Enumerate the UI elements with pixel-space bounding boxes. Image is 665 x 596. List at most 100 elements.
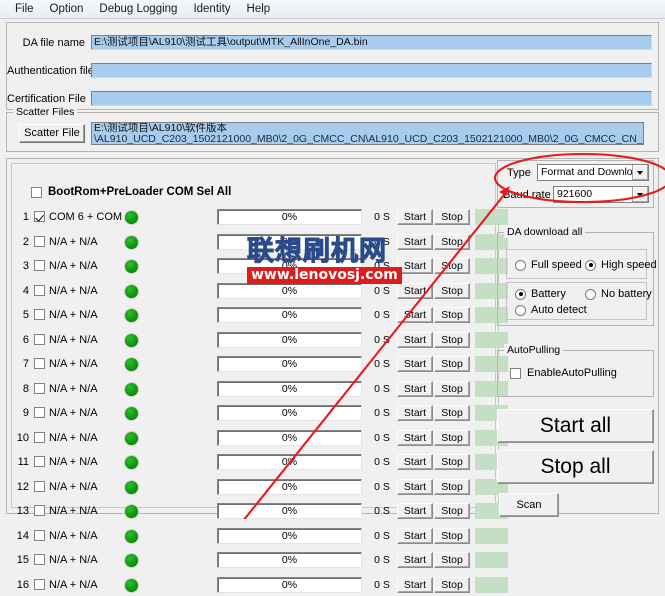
radio-high-speed-indicator[interactable] bbox=[585, 259, 596, 271]
row-select-checkbox[interactable] bbox=[34, 382, 45, 394]
stop-all-button[interactable]: Stop all bbox=[497, 450, 654, 484]
radio-full-speed-indicator[interactable] bbox=[515, 259, 526, 271]
row-elapsed-time: 0 S bbox=[374, 407, 390, 419]
row-stop-button[interactable]: Stop bbox=[434, 527, 470, 544]
row-stop-button[interactable]: Stop bbox=[434, 356, 470, 372]
row-elapsed-time: 0 S bbox=[374, 529, 390, 542]
menu-item-debug-logging[interactable]: Debug Logging bbox=[92, 2, 184, 16]
row-start-button[interactable]: Start bbox=[397, 380, 433, 397]
enable-autopulling-row[interactable]: EnableAutoPulling bbox=[510, 367, 617, 379]
row-select-checkbox[interactable] bbox=[34, 235, 45, 247]
radio-battery-indicator[interactable] bbox=[515, 288, 526, 300]
row-stop-button[interactable]: Stop bbox=[434, 576, 470, 593]
certification-file-input[interactable] bbox=[91, 91, 652, 106]
row-select-checkbox[interactable] bbox=[34, 260, 45, 271]
row-select-checkbox[interactable] bbox=[34, 431, 45, 443]
row-progress-bar: 0% bbox=[217, 233, 362, 250]
row-stop-button[interactable]: Stop bbox=[434, 209, 470, 225]
row-select-checkbox[interactable] bbox=[34, 407, 45, 418]
row-start-button[interactable]: Start bbox=[397, 429, 433, 446]
row-start-button[interactable]: Start bbox=[397, 282, 433, 299]
table-row: 2 N/A + N/A 0% 0 S Start Stop bbox=[7, 231, 508, 253]
row-stop-button[interactable]: Stop bbox=[434, 307, 470, 323]
row-start-button[interactable]: Start bbox=[397, 356, 433, 372]
row-stop-button[interactable]: Stop bbox=[434, 454, 470, 470]
radio-no-battery[interactable]: No battery bbox=[585, 288, 652, 300]
chevron-down-icon[interactable] bbox=[632, 187, 648, 202]
row-stop-button[interactable]: Stop bbox=[434, 331, 470, 348]
scan-button[interactable]: Scan bbox=[499, 493, 559, 517]
green-led-icon bbox=[124, 577, 139, 593]
row-select-checkbox[interactable] bbox=[34, 333, 45, 345]
row-stop-button[interactable]: Stop bbox=[434, 503, 470, 519]
row-select-checkbox[interactable] bbox=[34, 456, 45, 467]
authentication-file-input[interactable] bbox=[91, 63, 652, 78]
autopulling-legend: AutoPulling bbox=[504, 344, 564, 356]
row-elapsed-time: 0 S bbox=[374, 211, 390, 223]
select-all-row[interactable]: BootRom+PreLoader COM Sel All bbox=[31, 186, 231, 198]
row-index: 10 bbox=[16, 431, 29, 444]
radio-battery[interactable]: Battery bbox=[515, 288, 566, 300]
radio-full-speed[interactable]: Full speed bbox=[515, 259, 582, 271]
row-select-checkbox[interactable] bbox=[34, 480, 45, 492]
scatter-files-legend: Scatter Files bbox=[13, 106, 78, 118]
sp-flash-tool-window: File Option Debug Logging Identity Help … bbox=[0, 0, 665, 593]
menu-item-help[interactable]: Help bbox=[240, 2, 278, 16]
chevron-down-icon[interactable] bbox=[632, 165, 648, 180]
row-start-button[interactable]: Start bbox=[397, 527, 433, 544]
row-stop-button[interactable]: Stop bbox=[434, 429, 470, 446]
green-led-icon bbox=[124, 283, 139, 299]
radio-no-battery-indicator[interactable] bbox=[585, 288, 596, 300]
scatter-file-input[interactable]: E:\测试项目\AL910\软件版本 \AL910_UCD_C203_15021… bbox=[91, 122, 644, 145]
row-start-button[interactable]: Start bbox=[397, 503, 433, 519]
row-stop-button[interactable]: Stop bbox=[434, 478, 470, 495]
row-start-button[interactable]: Start bbox=[397, 576, 433, 593]
row-start-button[interactable]: Start bbox=[397, 405, 433, 421]
row-start-button[interactable]: Start bbox=[397, 307, 433, 323]
row-select-checkbox[interactable] bbox=[34, 284, 45, 296]
row-stop-button[interactable]: Stop bbox=[434, 233, 470, 250]
row-start-button[interactable]: Start bbox=[397, 478, 433, 495]
row-select-checkbox[interactable] bbox=[34, 554, 45, 565]
row-index: 9 bbox=[22, 407, 29, 419]
da-file-input[interactable]: E:\测试项目\AL910\测试工具\output\MTK_AllInOne_D… bbox=[91, 35, 652, 50]
menu-item-identity[interactable]: Identity bbox=[186, 2, 237, 16]
row-stop-button[interactable]: Stop bbox=[434, 552, 470, 568]
row-stop-button[interactable]: Stop bbox=[434, 282, 470, 299]
row-select-checkbox[interactable] bbox=[34, 211, 45, 222]
row-progress-bar: 0% bbox=[217, 405, 362, 421]
row-select-checkbox[interactable] bbox=[34, 309, 45, 320]
radio-auto-detect-indicator[interactable] bbox=[515, 304, 526, 316]
start-all-button[interactable]: Start all bbox=[497, 409, 654, 443]
row-start-button[interactable]: Start bbox=[397, 552, 433, 568]
row-start-button[interactable]: Start bbox=[397, 331, 433, 348]
menu-item-file[interactable]: File bbox=[8, 2, 41, 16]
row-index: 14 bbox=[16, 529, 29, 542]
baud-rate-combobox[interactable]: 921600 bbox=[553, 186, 649, 203]
type-combobox[interactable]: Format and Download All bbox=[537, 164, 649, 181]
row-select-checkbox[interactable] bbox=[34, 529, 45, 541]
row-stop-button[interactable]: Stop bbox=[434, 380, 470, 397]
row-select-checkbox[interactable] bbox=[34, 358, 45, 369]
row-select-checkbox[interactable] bbox=[34, 505, 45, 516]
enable-autopulling-checkbox[interactable] bbox=[510, 367, 521, 379]
certification-file-label: Certification File bbox=[7, 93, 86, 105]
scatter-file-button[interactable]: Scatter File bbox=[19, 124, 85, 143]
green-led-icon bbox=[124, 381, 139, 397]
radio-high-speed[interactable]: High speed bbox=[585, 259, 657, 271]
baud-rate-combobox-value: 921600 bbox=[557, 188, 593, 200]
select-all-checkbox[interactable] bbox=[31, 186, 42, 198]
row-start-button[interactable]: Start bbox=[397, 258, 433, 274]
radio-auto-detect-label: Auto detect bbox=[531, 304, 587, 316]
row-select-checkbox[interactable] bbox=[34, 578, 45, 590]
row-stop-button[interactable]: Stop bbox=[434, 258, 470, 274]
row-port-label: N/A + N/A bbox=[49, 235, 98, 248]
green-led-icon bbox=[124, 479, 139, 495]
radio-auto-detect[interactable]: Auto detect bbox=[515, 304, 587, 316]
row-start-button[interactable]: Start bbox=[397, 209, 433, 225]
row-start-button[interactable]: Start bbox=[397, 233, 433, 250]
menu-item-option[interactable]: Option bbox=[43, 2, 91, 16]
row-stop-button[interactable]: Stop bbox=[434, 405, 470, 421]
row-start-button[interactable]: Start bbox=[397, 454, 433, 470]
row-index: 8 bbox=[22, 382, 29, 395]
